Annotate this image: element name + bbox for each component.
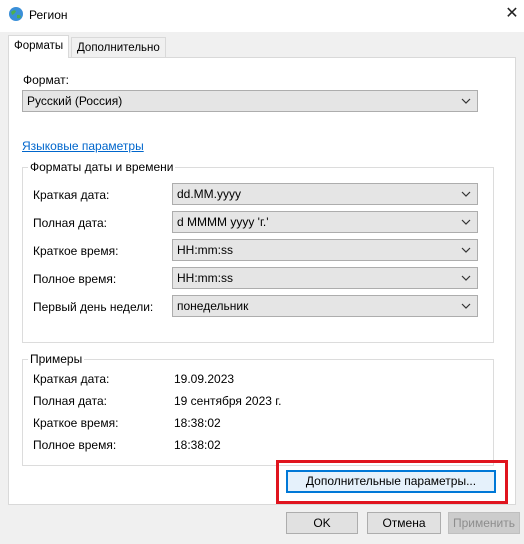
short-date-value: dd.MM.yyyy bbox=[177, 187, 242, 201]
format-select[interactable]: Русский (Россия) bbox=[22, 90, 478, 112]
example-short-date-value: 19.09.2023 bbox=[174, 372, 235, 386]
date-time-formats-title: Форматы даты и времени bbox=[28, 160, 176, 174]
cancel-button[interactable]: Отмена bbox=[367, 512, 441, 534]
chevron-down-icon bbox=[461, 269, 471, 287]
chevron-down-icon bbox=[461, 297, 471, 315]
example-long-date-label: Полная дата: bbox=[33, 394, 107, 408]
title-bar bbox=[0, 0, 524, 32]
examples-title: Примеры bbox=[28, 352, 85, 366]
additional-settings-button[interactable]: Дополнительные параметры... bbox=[286, 470, 496, 493]
tab-formats[interactable]: Форматы bbox=[8, 35, 70, 58]
first-day-label: Первый день недели: bbox=[33, 300, 154, 314]
example-long-date-value: 19 сентября 2023 г. bbox=[174, 394, 282, 408]
short-time-value: HH:mm:ss bbox=[177, 243, 233, 257]
chevron-down-icon bbox=[461, 241, 471, 259]
long-date-label: Полная дата: bbox=[33, 216, 107, 230]
example-short-date-label: Краткая дата: bbox=[33, 372, 110, 386]
first-day-select[interactable]: понедельник bbox=[172, 295, 478, 317]
short-time-select[interactable]: HH:mm:ss bbox=[172, 239, 478, 261]
example-short-time-label: Краткое время: bbox=[33, 416, 119, 430]
globe-icon bbox=[8, 6, 24, 22]
long-time-value: HH:mm:ss bbox=[177, 271, 233, 285]
apply-button[interactable]: Применить bbox=[448, 512, 520, 534]
long-date-select[interactable]: d MMMM yyyy 'г.' bbox=[172, 211, 478, 233]
example-long-time-label: Полное время: bbox=[33, 438, 117, 452]
example-long-time-value: 18:38:02 bbox=[174, 438, 221, 452]
long-time-label: Полное время: bbox=[33, 272, 117, 286]
long-time-select[interactable]: HH:mm:ss bbox=[172, 267, 478, 289]
short-date-select[interactable]: dd.MM.yyyy bbox=[172, 183, 478, 205]
format-value: Русский (Россия) bbox=[27, 94, 123, 108]
long-date-value: d MMMM yyyy 'г.' bbox=[177, 215, 269, 229]
close-icon[interactable]: ✕ bbox=[500, 2, 524, 26]
tab-additional[interactable]: Дополнительно bbox=[71, 37, 166, 57]
chevron-down-icon bbox=[461, 185, 471, 203]
first-day-value: понедельник bbox=[177, 299, 249, 313]
short-time-label: Краткое время: bbox=[33, 244, 119, 258]
format-label: Формат: bbox=[23, 73, 69, 87]
short-date-label: Краткая дата: bbox=[33, 188, 110, 202]
ok-button[interactable]: OK bbox=[286, 512, 358, 534]
chevron-down-icon bbox=[461, 92, 471, 110]
language-settings-link[interactable]: Языковые параметры bbox=[22, 139, 144, 153]
example-short-time-value: 18:38:02 bbox=[174, 416, 221, 430]
chevron-down-icon bbox=[461, 213, 471, 231]
window-title: Регион bbox=[29, 8, 68, 22]
